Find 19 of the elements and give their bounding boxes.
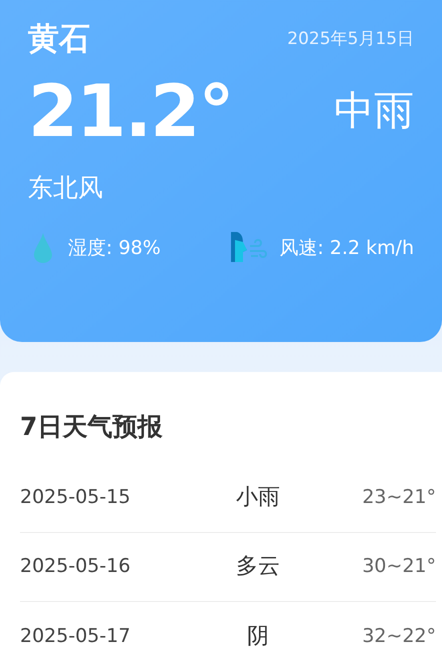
- temperature-range: 30~21°: [361, 554, 436, 580]
- temperature: 21.2°: [28, 74, 233, 146]
- forecast-condition: 小雨: [235, 484, 281, 512]
- forecast-condition: 阴: [246, 622, 270, 650]
- humidity-label: 湿度: 98%: [68, 236, 161, 261]
- forecast-condition: 多云: [235, 553, 281, 581]
- temperature-range: 23~21°: [361, 485, 436, 510]
- temperature-range: 32~22°: [361, 624, 436, 649]
- city-name: 黄石: [28, 20, 90, 59]
- forecast-date: 2025-05-16: [20, 554, 132, 580]
- forecast-title: 7日天气预报: [20, 411, 164, 443]
- water-drop-icon: [34, 233, 52, 263]
- wind-direction: 东北风: [28, 172, 104, 204]
- date-label: 2025年5月15日: [287, 28, 414, 50]
- wind-face-icon: [231, 232, 268, 264]
- forecast-date: 2025-05-17: [20, 624, 132, 649]
- wind-speed-label: 风速: 2.2 km/h: [279, 236, 414, 261]
- condition: 中雨: [334, 86, 414, 136]
- forecast-date: 2025-05-15: [20, 485, 132, 510]
